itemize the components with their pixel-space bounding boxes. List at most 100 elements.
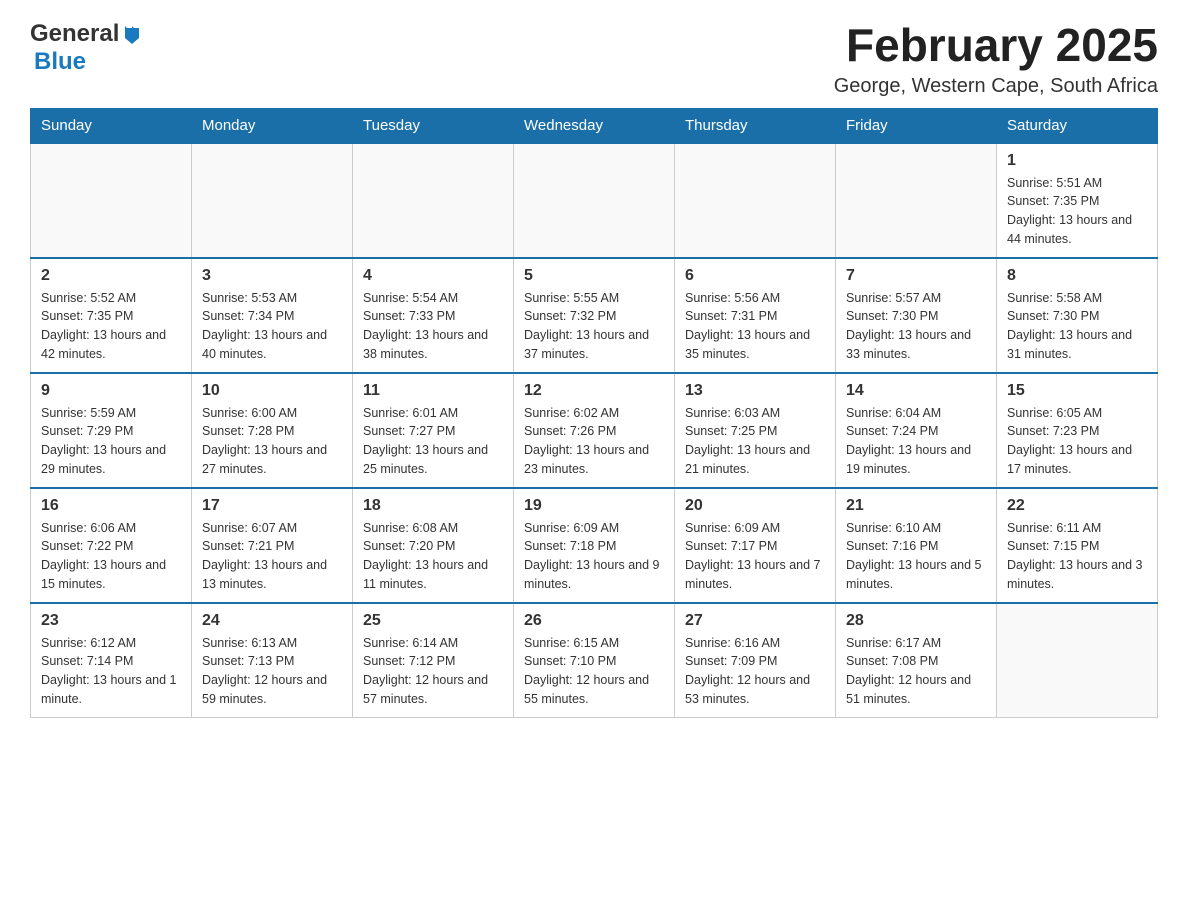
day-number: 11	[363, 382, 503, 400]
logo-general-text: General	[30, 20, 119, 48]
day-info: Sunrise: 5:53 AMSunset: 7:34 PMDaylight:…	[202, 289, 342, 364]
logo: General Blue	[30, 20, 143, 76]
day-info: Sunrise: 5:58 AMSunset: 7:30 PMDaylight:…	[1007, 289, 1147, 364]
day-number: 26	[524, 612, 664, 630]
day-info: Sunrise: 5:51 AMSunset: 7:35 PMDaylight:…	[1007, 174, 1147, 249]
calendar-cell	[675, 143, 836, 258]
location-subtitle: George, Western Cape, South Africa	[834, 75, 1158, 98]
calendar-cell: 14 Sunrise: 6:04 AMSunset: 7:24 PMDayligh…	[836, 373, 997, 488]
day-info: Sunrise: 6:00 AMSunset: 7:28 PMDaylight:…	[202, 404, 342, 479]
day-info: Sunrise: 5:56 AMSunset: 7:31 PMDaylight:…	[685, 289, 825, 364]
calendar-cell: 4 Sunrise: 5:54 AMSunset: 7:33 PMDaylight…	[353, 258, 514, 373]
day-info: Sunrise: 6:09 AMSunset: 7:18 PMDaylight:…	[524, 519, 664, 594]
calendar-week-row: 9Sunrise: 5:59 AMSunset: 7:29 PMDaylight…	[31, 373, 1158, 488]
calendar-cell: 8 Sunrise: 5:58 AMSunset: 7:30 PMDaylight…	[997, 258, 1158, 373]
day-info: Sunrise: 6:15 AMSunset: 7:10 PMDaylight:…	[524, 634, 664, 709]
day-info: Sunrise: 6:07 AMSunset: 7:21 PMDaylight:…	[202, 519, 342, 594]
calendar-cell: 12Sunrise: 6:02 AMSunset: 7:26 PMDayligh…	[514, 373, 675, 488]
day-number: 3	[202, 267, 342, 285]
day-info: Sunrise: 6:08 AMSunset: 7:20 PMDaylight:…	[363, 519, 503, 594]
day-number: 10	[202, 382, 342, 400]
calendar-cell: 18Sunrise: 6:08 AMSunset: 7:20 PMDayligh…	[353, 488, 514, 603]
logo-blue-text: Blue	[34, 48, 86, 76]
day-number: 5	[524, 267, 664, 285]
day-number: 4	[363, 267, 503, 285]
day-info: Sunrise: 6:03 AMSunset: 7:25 PMDaylight:…	[685, 404, 825, 479]
calendar-cell	[353, 143, 514, 258]
calendar-day-header: Tuesday	[353, 108, 514, 143]
calendar-cell	[514, 143, 675, 258]
calendar-table: SundayMondayTuesdayWednesdayThursdayFrid…	[30, 108, 1158, 718]
day-number: 25	[363, 612, 503, 630]
day-info: Sunrise: 6:12 AMSunset: 7:14 PMDaylight:…	[41, 634, 181, 709]
day-number: 2	[41, 267, 181, 285]
day-number: 28	[846, 612, 986, 630]
calendar-header-row: SundayMondayTuesdayWednesdayThursdayFrid…	[31, 108, 1158, 143]
calendar-cell: 3 Sunrise: 5:53 AMSunset: 7:34 PMDaylight…	[192, 258, 353, 373]
calendar-cell: 6 Sunrise: 5:56 AMSunset: 7:31 PMDaylight…	[675, 258, 836, 373]
calendar-cell: 19 Sunrise: 6:09 AMSunset: 7:18 PMDayligh…	[514, 488, 675, 603]
calendar-day-header: Sunday	[31, 108, 192, 143]
day-info: Sunrise: 6:16 AMSunset: 7:09 PMDaylight:…	[685, 634, 825, 709]
day-number: 22	[1007, 497, 1147, 515]
calendar-day-header: Saturday	[997, 108, 1158, 143]
calendar-cell: 27 Sunrise: 6:16 AMSunset: 7:09 PMDayligh…	[675, 603, 836, 718]
day-number: 8	[1007, 267, 1147, 285]
calendar-cell: 20 Sunrise: 6:09 AMSunset: 7:17 PMDayligh…	[675, 488, 836, 603]
day-number: 9	[41, 382, 181, 400]
day-info: Sunrise: 6:09 AMSunset: 7:17 PMDaylight:…	[685, 519, 825, 594]
day-info: Sunrise: 5:57 AMSunset: 7:30 PMDaylight:…	[846, 289, 986, 364]
day-number: 17	[202, 497, 342, 515]
calendar-day-header: Thursday	[675, 108, 836, 143]
page-header: General Blue February 2025 George, Weste…	[30, 20, 1158, 98]
calendar-cell: 23 Sunrise: 6:12 AMSunset: 7:14 PMDayligh…	[31, 603, 192, 718]
calendar-day-header: Wednesday	[514, 108, 675, 143]
day-info: Sunrise: 6:10 AMSunset: 7:16 PMDaylight:…	[846, 519, 986, 594]
day-number: 23	[41, 612, 181, 630]
calendar-cell	[31, 143, 192, 258]
day-number: 6	[685, 267, 825, 285]
month-title: February 2025	[834, 20, 1158, 71]
calendar-week-row: 16 Sunrise: 6:06 AMSunset: 7:22 PMDayligh…	[31, 488, 1158, 603]
day-info: Sunrise: 5:54 AMSunset: 7:33 PMDaylight:…	[363, 289, 503, 364]
day-number: 13	[685, 382, 825, 400]
calendar-cell: 10 Sunrise: 6:00 AMSunset: 7:28 PMDayligh…	[192, 373, 353, 488]
calendar-cell	[997, 603, 1158, 718]
calendar-cell: 24 Sunrise: 6:13 AMSunset: 7:13 PMDayligh…	[192, 603, 353, 718]
calendar-cell: 2Sunrise: 5:52 AMSunset: 7:35 PMDaylight…	[31, 258, 192, 373]
calendar-cell: 28Sunrise: 6:17 AMSunset: 7:08 PMDayligh…	[836, 603, 997, 718]
day-info: Sunrise: 6:14 AMSunset: 7:12 PMDaylight:…	[363, 634, 503, 709]
day-number: 20	[685, 497, 825, 515]
calendar-day-header: Monday	[192, 108, 353, 143]
day-number: 7	[846, 267, 986, 285]
calendar-cell: 1Sunrise: 5:51 AMSunset: 7:35 PMDaylight…	[997, 143, 1158, 258]
calendar-cell: 17 Sunrise: 6:07 AMSunset: 7:21 PMDayligh…	[192, 488, 353, 603]
day-number: 15	[1007, 382, 1147, 400]
calendar-cell: 16 Sunrise: 6:06 AMSunset: 7:22 PMDayligh…	[31, 488, 192, 603]
calendar-cell: 7 Sunrise: 5:57 AMSunset: 7:30 PMDaylight…	[836, 258, 997, 373]
calendar-cell	[192, 143, 353, 258]
day-info: Sunrise: 6:11 AMSunset: 7:15 PMDaylight:…	[1007, 519, 1147, 594]
day-number: 19	[524, 497, 664, 515]
logo-arrow-icon	[121, 24, 143, 46]
calendar-cell: 9Sunrise: 5:59 AMSunset: 7:29 PMDaylight…	[31, 373, 192, 488]
day-number: 24	[202, 612, 342, 630]
calendar-cell: 5 Sunrise: 5:55 AMSunset: 7:32 PMDaylight…	[514, 258, 675, 373]
calendar-cell	[836, 143, 997, 258]
calendar-cell: 25 Sunrise: 6:14 AMSunset: 7:12 PMDayligh…	[353, 603, 514, 718]
calendar-week-row: 2Sunrise: 5:52 AMSunset: 7:35 PMDaylight…	[31, 258, 1158, 373]
day-number: 14	[846, 382, 986, 400]
day-number: 21	[846, 497, 986, 515]
day-info: Sunrise: 6:05 AMSunset: 7:23 PMDaylight:…	[1007, 404, 1147, 479]
calendar-cell: 26 Sunrise: 6:15 AMSunset: 7:10 PMDayligh…	[514, 603, 675, 718]
day-info: Sunrise: 6:13 AMSunset: 7:13 PMDaylight:…	[202, 634, 342, 709]
day-number: 27	[685, 612, 825, 630]
calendar-day-header: Friday	[836, 108, 997, 143]
day-info: Sunrise: 6:04 AMSunset: 7:24 PMDaylight:…	[846, 404, 986, 479]
day-info: Sunrise: 6:06 AMSunset: 7:22 PMDaylight:…	[41, 519, 181, 594]
day-number: 16	[41, 497, 181, 515]
day-info: Sunrise: 5:55 AMSunset: 7:32 PMDaylight:…	[524, 289, 664, 364]
day-number: 12	[524, 382, 664, 400]
calendar-week-row: 23 Sunrise: 6:12 AMSunset: 7:14 PMDayligh…	[31, 603, 1158, 718]
calendar-cell: 13 Sunrise: 6:03 AMSunset: 7:25 PMDayligh…	[675, 373, 836, 488]
